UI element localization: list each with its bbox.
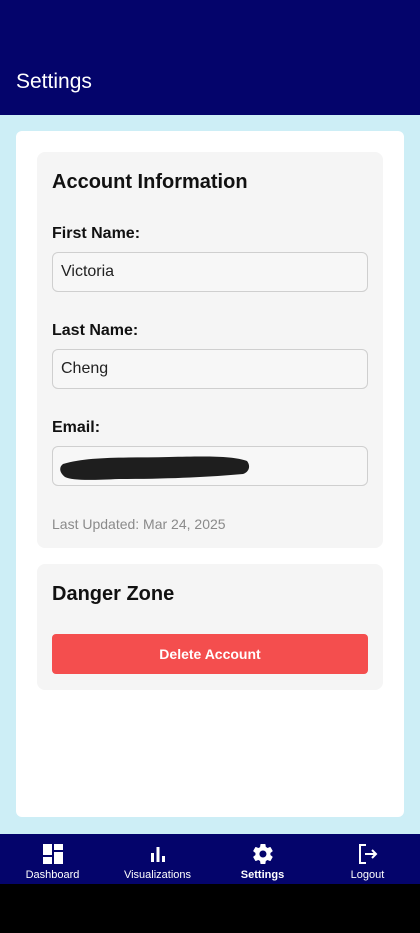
account-information-section: Account Information First Name: Last Nam… (37, 152, 383, 548)
last-name-input[interactable] (52, 349, 368, 389)
bar-chart-icon (150, 847, 165, 862)
first-name-label: First Name: (52, 225, 141, 242)
nav-item-visualizations[interactable]: Visualizations (105, 834, 210, 884)
last-updated-text: Last Updated: Mar 24, 2025 (52, 516, 226, 532)
nav-item-settings[interactable]: Settings (210, 834, 315, 884)
bottom-navigation: Dashboard Visualizations Settings Logout (0, 834, 420, 884)
nav-item-logout[interactable]: Logout (315, 834, 420, 884)
delete-account-button[interactable]: Delete Account (52, 634, 368, 674)
system-navigation-bar (0, 884, 420, 933)
dashboard-icon (42, 844, 63, 864)
nav-label-dashboard: Dashboard (25, 869, 80, 881)
last-name-label: Last Name: (52, 322, 139, 339)
danger-zone-heading: Danger Zone (52, 583, 175, 605)
page-title: Settings (16, 70, 92, 93)
nav-item-dashboard[interactable]: Dashboard (0, 834, 105, 884)
nav-label-settings: Settings (240, 869, 285, 881)
nav-label-logout: Logout (350, 869, 385, 881)
email-input[interactable] (52, 446, 368, 486)
redaction-mark (60, 456, 250, 480)
gear-icon (252, 844, 273, 865)
danger-zone-section: Danger Zone Delete Account (37, 564, 383, 690)
account-information-heading: Account Information (52, 171, 248, 193)
email-label: Email: (52, 419, 101, 436)
logout-icon (358, 844, 377, 864)
app-header: Settings (0, 0, 420, 115)
nav-label-visualizations: Visualizations (123, 869, 192, 881)
first-name-input[interactable] (52, 252, 368, 292)
